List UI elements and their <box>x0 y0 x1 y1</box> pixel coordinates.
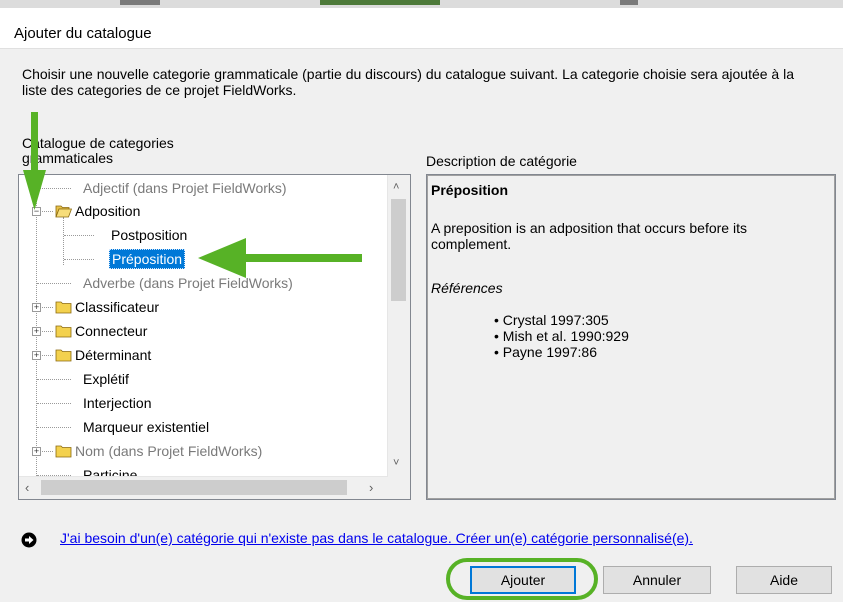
expand-icon[interactable]: + <box>32 327 41 336</box>
tree-item-adposition[interactable]: − Adposition <box>19 200 389 222</box>
scroll-thumb[interactable] <box>391 199 406 301</box>
instructions-text: Choisir une nouvelle categorie grammatic… <box>22 66 794 98</box>
scroll-down-icon[interactable]: ˅ <box>393 457 399 469</box>
reference-item: • Mish et al. 1990:929 <box>494 328 629 344</box>
tree-line <box>37 283 71 284</box>
folder-icon <box>55 445 72 458</box>
tree-item-label: Connecteur <box>75 323 148 339</box>
tree-item-classificateur[interactable]: + Classificateur <box>19 296 389 318</box>
tree-item-label: Explétif <box>83 371 129 387</box>
tree-item-interjection[interactable]: Interjection <box>19 392 389 414</box>
background-fragment <box>120 0 160 5</box>
description-title: Préposition <box>431 182 509 198</box>
background-fragment <box>320 0 440 5</box>
tree-line <box>64 235 94 236</box>
scroll-left-icon[interactable]: ‹ <box>25 480 29 495</box>
open-folder-icon <box>55 205 72 218</box>
background-window-strip <box>0 0 843 8</box>
tree-item-nom[interactable]: + Nom (dans Projet FieldWorks) <box>19 440 389 462</box>
tree-line <box>37 379 71 380</box>
reference-item: • Crystal 1997:305 <box>494 312 609 328</box>
scroll-thumb[interactable] <box>41 480 347 495</box>
folder-icon <box>55 325 72 338</box>
tree-vertical-scrollbar[interactable]: ˄ ˅ <box>387 175 410 478</box>
tree-item-preposition[interactable]: Préposition <box>19 248 389 270</box>
dialog-title: Ajouter du catalogue <box>14 25 152 42</box>
title-bar: Ajouter du catalogue <box>0 8 843 49</box>
reference-item: • Payne 1997:86 <box>494 344 597 360</box>
description-text: A preposition is an adposition that occu… <box>431 220 747 252</box>
create-custom-category-link[interactable]: J'ai besoin d'un(e) catégorie qui n'exis… <box>60 530 700 546</box>
background-fragment <box>620 0 638 5</box>
tree-item-determinant[interactable]: + Déterminant <box>19 344 389 366</box>
tree-item-label: Préposition <box>109 249 186 269</box>
tree-item-label: Adjectif (dans Projet FieldWorks) <box>83 180 287 196</box>
collapse-icon[interactable]: − <box>32 207 41 216</box>
tree-item-label: Interjection <box>83 395 152 411</box>
tree-line <box>37 403 71 404</box>
description-inner: Préposition A preposition is an adpositi… <box>427 175 835 499</box>
cancel-button[interactable]: Annuler <box>603 566 711 594</box>
tree-horizontal-scrollbar[interactable]: ‹ › <box>19 476 388 499</box>
tree-item-marqueur-existentiel[interactable]: Marqueur existentiel <box>19 416 389 438</box>
annotation-highlight-ring <box>446 558 598 600</box>
tree-item-postposition[interactable]: Postposition <box>19 224 389 246</box>
scroll-up-icon[interactable]: ˄ <box>393 181 399 193</box>
help-button[interactable]: Aide <box>736 566 832 594</box>
tree-item-label: Déterminant <box>75 347 152 363</box>
tree-item-expletif[interactable]: Explétif <box>19 368 389 390</box>
tree-line <box>64 259 94 260</box>
folder-icon <box>55 349 72 362</box>
expand-icon[interactable]: + <box>32 303 41 312</box>
tree-item-label: Postposition <box>111 227 188 243</box>
tree-item-label: Adverbe (dans Projet FieldWorks) <box>83 275 293 291</box>
expand-icon[interactable]: + <box>32 447 41 456</box>
tree-item-label: Nom (dans Projet FieldWorks) <box>75 443 263 459</box>
description-label: Description de catégorie <box>426 153 577 169</box>
tree-item-connecteur[interactable]: + Connecteur <box>19 320 389 342</box>
category-tree[interactable]: Adjectif (dans Projet FieldWorks) − Adpo… <box>18 174 411 500</box>
scroll-right-icon[interactable]: › <box>369 480 373 495</box>
tree-item-adjectif[interactable]: Adjectif (dans Projet FieldWorks) <box>19 177 389 199</box>
description-panel: Préposition A preposition is an adpositi… <box>426 174 836 500</box>
folder-icon <box>55 301 72 314</box>
tree-line <box>37 188 71 189</box>
tree-item-label: Classificateur <box>75 299 160 315</box>
scrollbar-corner <box>388 477 410 499</box>
tree-item-label: Marqueur existentiel <box>83 419 210 435</box>
tree-item-label: Adposition <box>75 203 141 219</box>
tree-line <box>37 427 71 428</box>
arrow-right-circle-icon[interactable] <box>21 532 37 548</box>
references-list: • Crystal 1997:305 • Mish et al. 1990:92… <box>494 312 629 360</box>
expand-icon[interactable]: + <box>32 351 41 360</box>
tree-item-adverbe[interactable]: Adverbe (dans Projet FieldWorks) <box>19 272 389 294</box>
references-heading: Références <box>431 280 503 296</box>
tree-label: Catalogue de categories grammaticales <box>22 135 174 166</box>
